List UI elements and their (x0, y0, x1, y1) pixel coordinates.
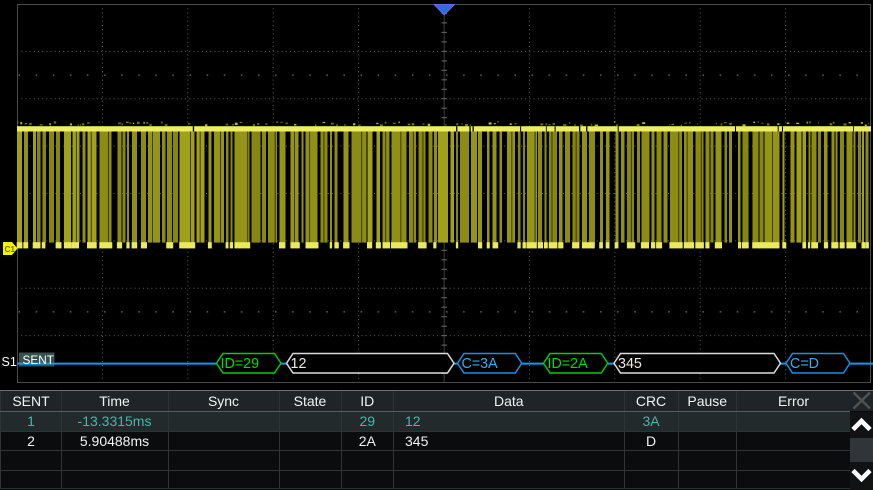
svg-text:ID=2A: ID=2A (548, 356, 589, 372)
svg-text:C1: C1 (5, 245, 16, 254)
svg-text:SENT: SENT (23, 353, 54, 367)
svg-text:ID=29: ID=29 (221, 356, 260, 372)
svg-text:C=D: C=D (790, 356, 819, 372)
svg-text:345: 345 (618, 356, 642, 372)
svg-text:12: 12 (291, 356, 307, 372)
svg-text:S1: S1 (2, 355, 17, 369)
svg-text:C=3A: C=3A (462, 356, 499, 372)
